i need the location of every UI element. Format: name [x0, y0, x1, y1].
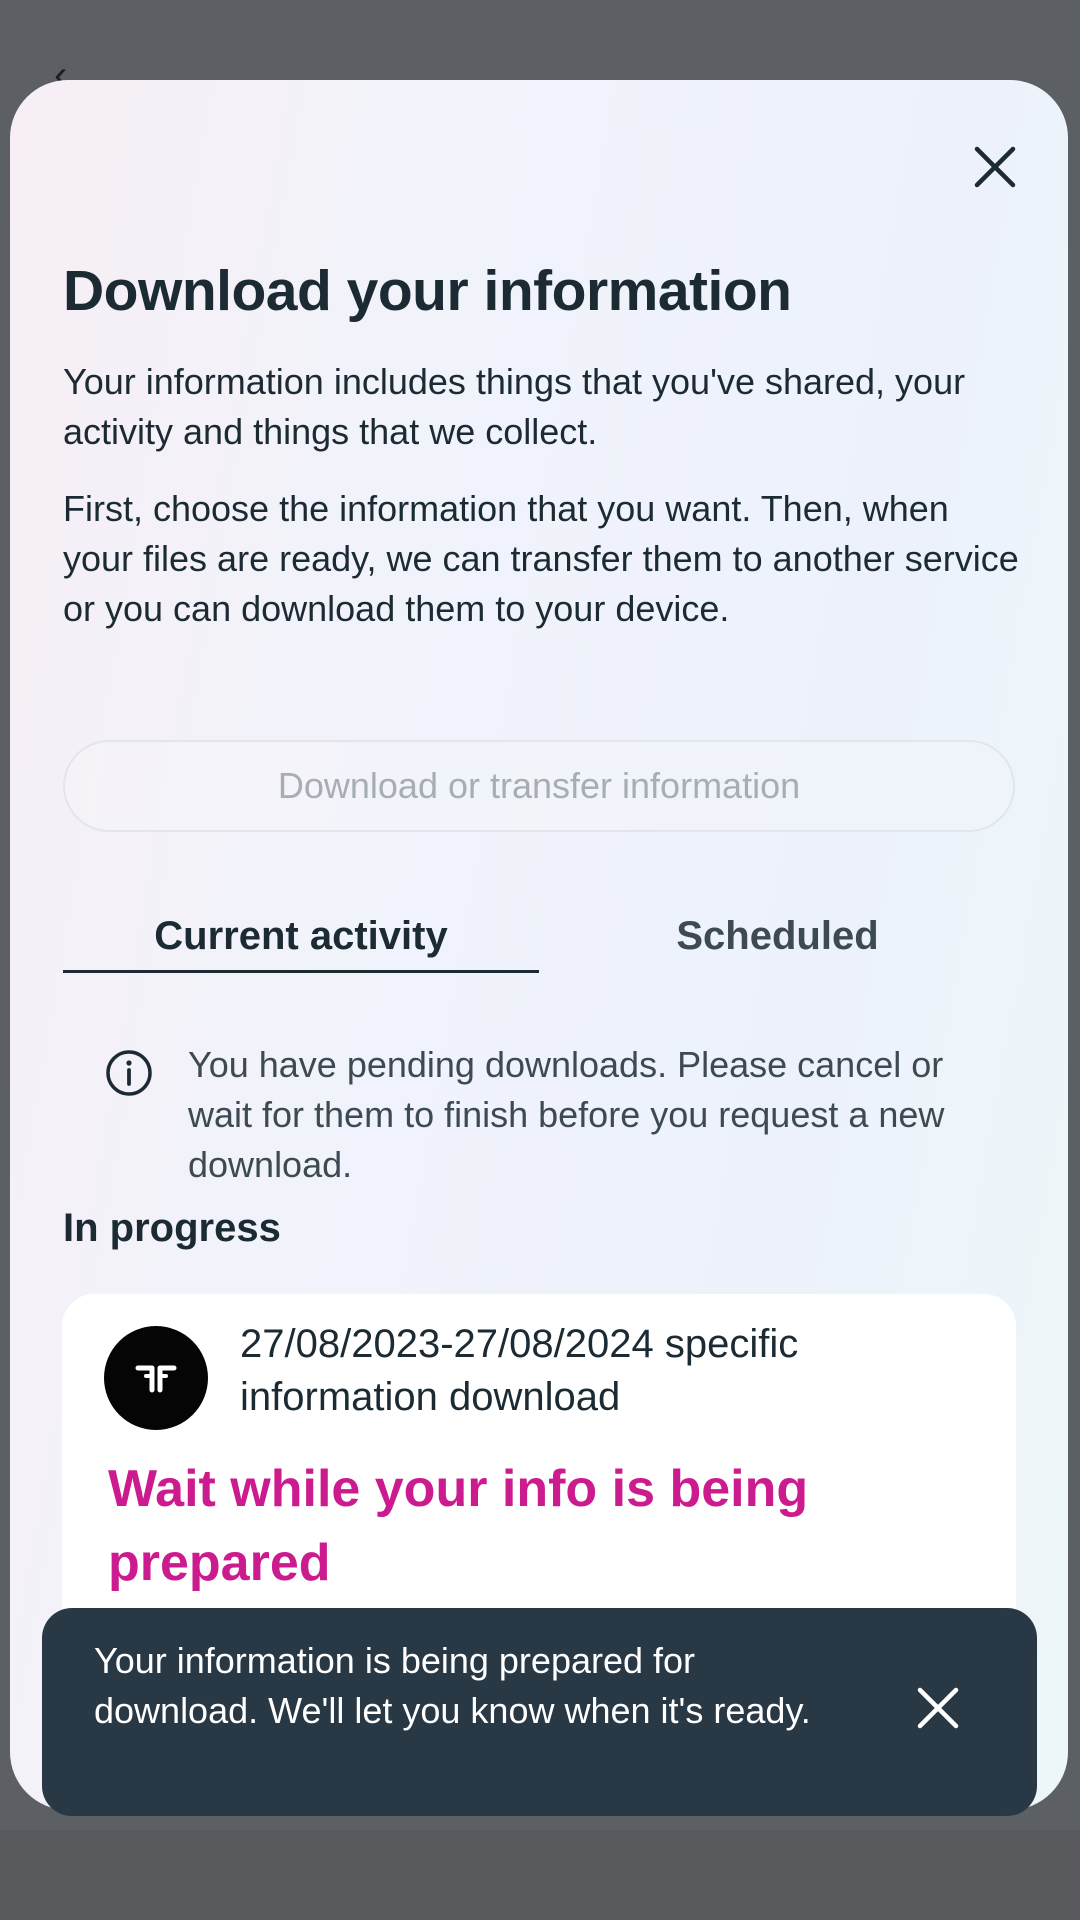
info-icon	[106, 1050, 152, 1096]
overlay-caption: Wait while your info is being prepared	[108, 1460, 809, 1592]
download-card-title: 27/08/2023-27/08/2024 specific informati…	[240, 1322, 799, 1419]
toast-message: Your information is being prepared for d…	[94, 1640, 811, 1731]
close-icon	[917, 1687, 959, 1729]
instructions-text: First, choose the information that you w…	[63, 488, 1019, 629]
tab-scheduled[interactable]: Scheduled	[540, 900, 1015, 972]
threads-logo-icon	[135, 1365, 177, 1393]
avatar	[104, 1326, 208, 1430]
close-button[interactable]	[960, 132, 1030, 202]
page-title: Download your information	[63, 259, 792, 323]
active-tab-indicator	[63, 970, 539, 973]
tab-current-activity[interactable]: Current activity	[63, 900, 539, 972]
download-transfer-button[interactable]: Download or transfer information	[63, 740, 1015, 832]
close-icon	[974, 146, 1016, 188]
toast-notification: Your information is being prepared for d…	[42, 1608, 1037, 1816]
toast-close-button[interactable]	[900, 1670, 976, 1746]
pending-downloads-notice: You have pending downloads. Please cance…	[188, 1044, 945, 1185]
description-text: Your information includes things that yo…	[63, 361, 966, 452]
in-progress-heading: In progress	[63, 1206, 281, 1250]
bottom-background	[0, 1830, 1080, 1920]
